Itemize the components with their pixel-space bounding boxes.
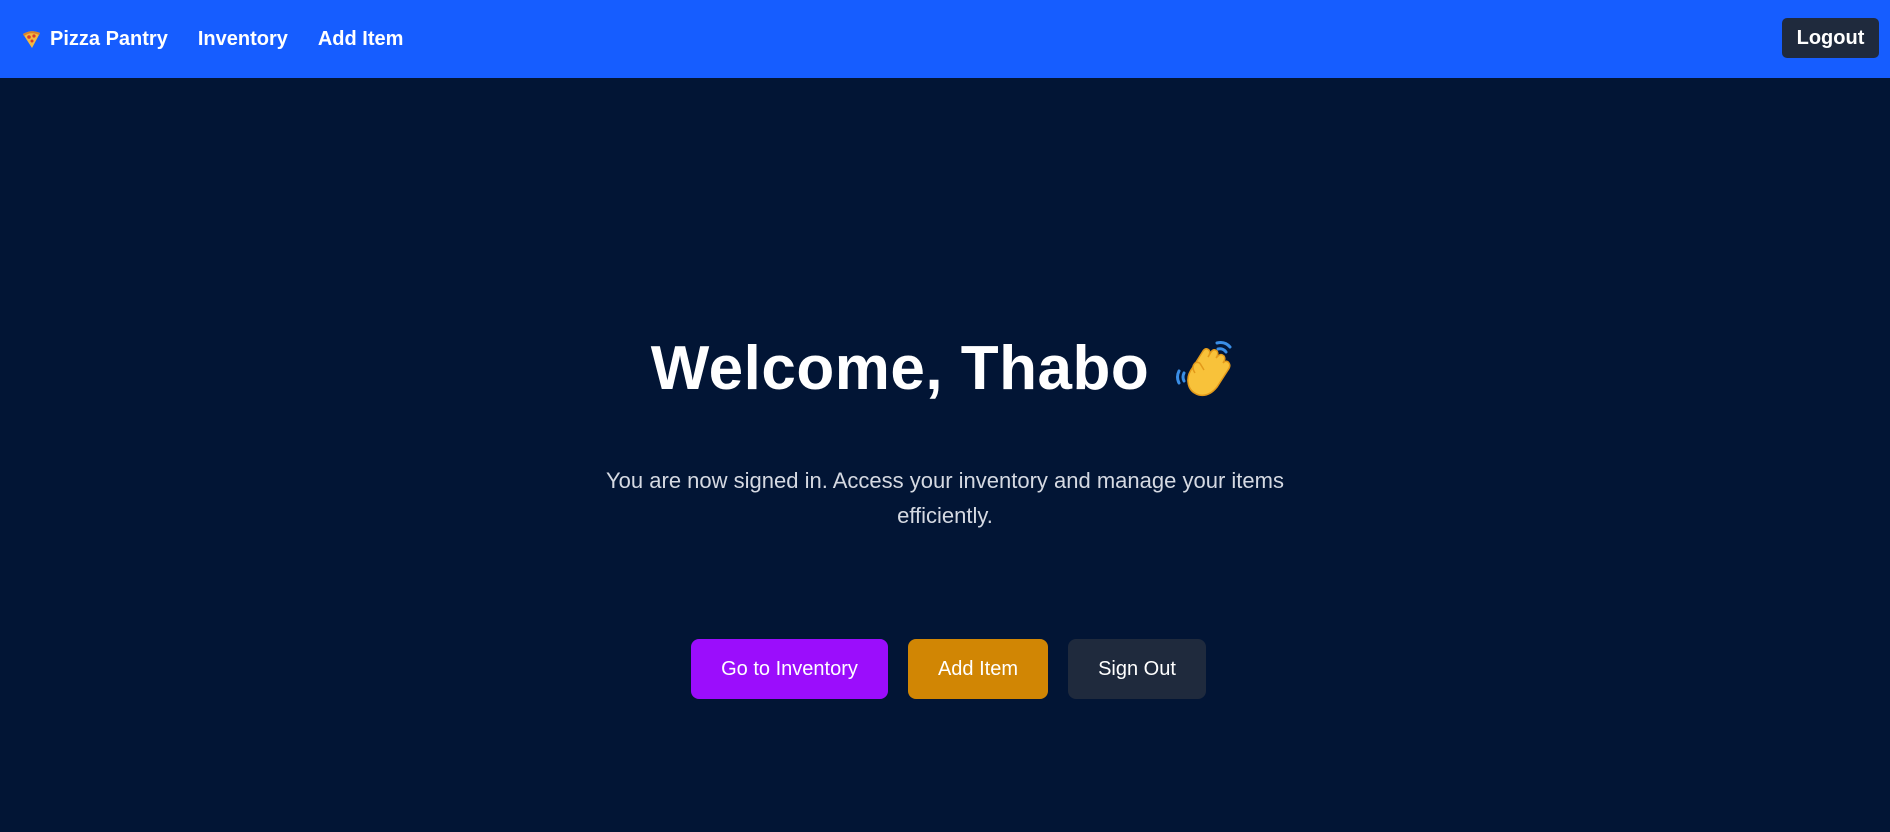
main-content xyxy=(0,78,1890,832)
welcome-title: Welcome, Thabo xyxy=(650,334,1150,403)
pizza-slice-icon xyxy=(20,28,42,50)
action-buttons: Go to Inventory Add Item Sign Out xyxy=(0,639,1890,699)
welcome-heading-row: Welcome, Thabo xyxy=(0,337,1890,401)
go-to-inventory-button[interactable]: Go to Inventory xyxy=(691,639,888,699)
add-item-button[interactable]: Add Item xyxy=(908,639,1048,699)
brand-label: Pizza Pantry xyxy=(50,27,168,50)
top-navbar: Pizza Pantry Inventory Add Item Logout xyxy=(0,0,1890,78)
sign-out-button[interactable]: Sign Out xyxy=(1068,639,1206,699)
brand-link[interactable]: Pizza Pantry xyxy=(20,28,168,51)
logout-button[interactable]: Logout xyxy=(1782,18,1879,58)
waving-hand-icon xyxy=(1173,337,1239,401)
welcome-subtitle: You are now signed in. Access your inven… xyxy=(606,468,1284,528)
nav-link-add-item[interactable]: Add Item xyxy=(318,28,404,51)
nav-link-inventory[interactable]: Inventory xyxy=(198,28,288,51)
